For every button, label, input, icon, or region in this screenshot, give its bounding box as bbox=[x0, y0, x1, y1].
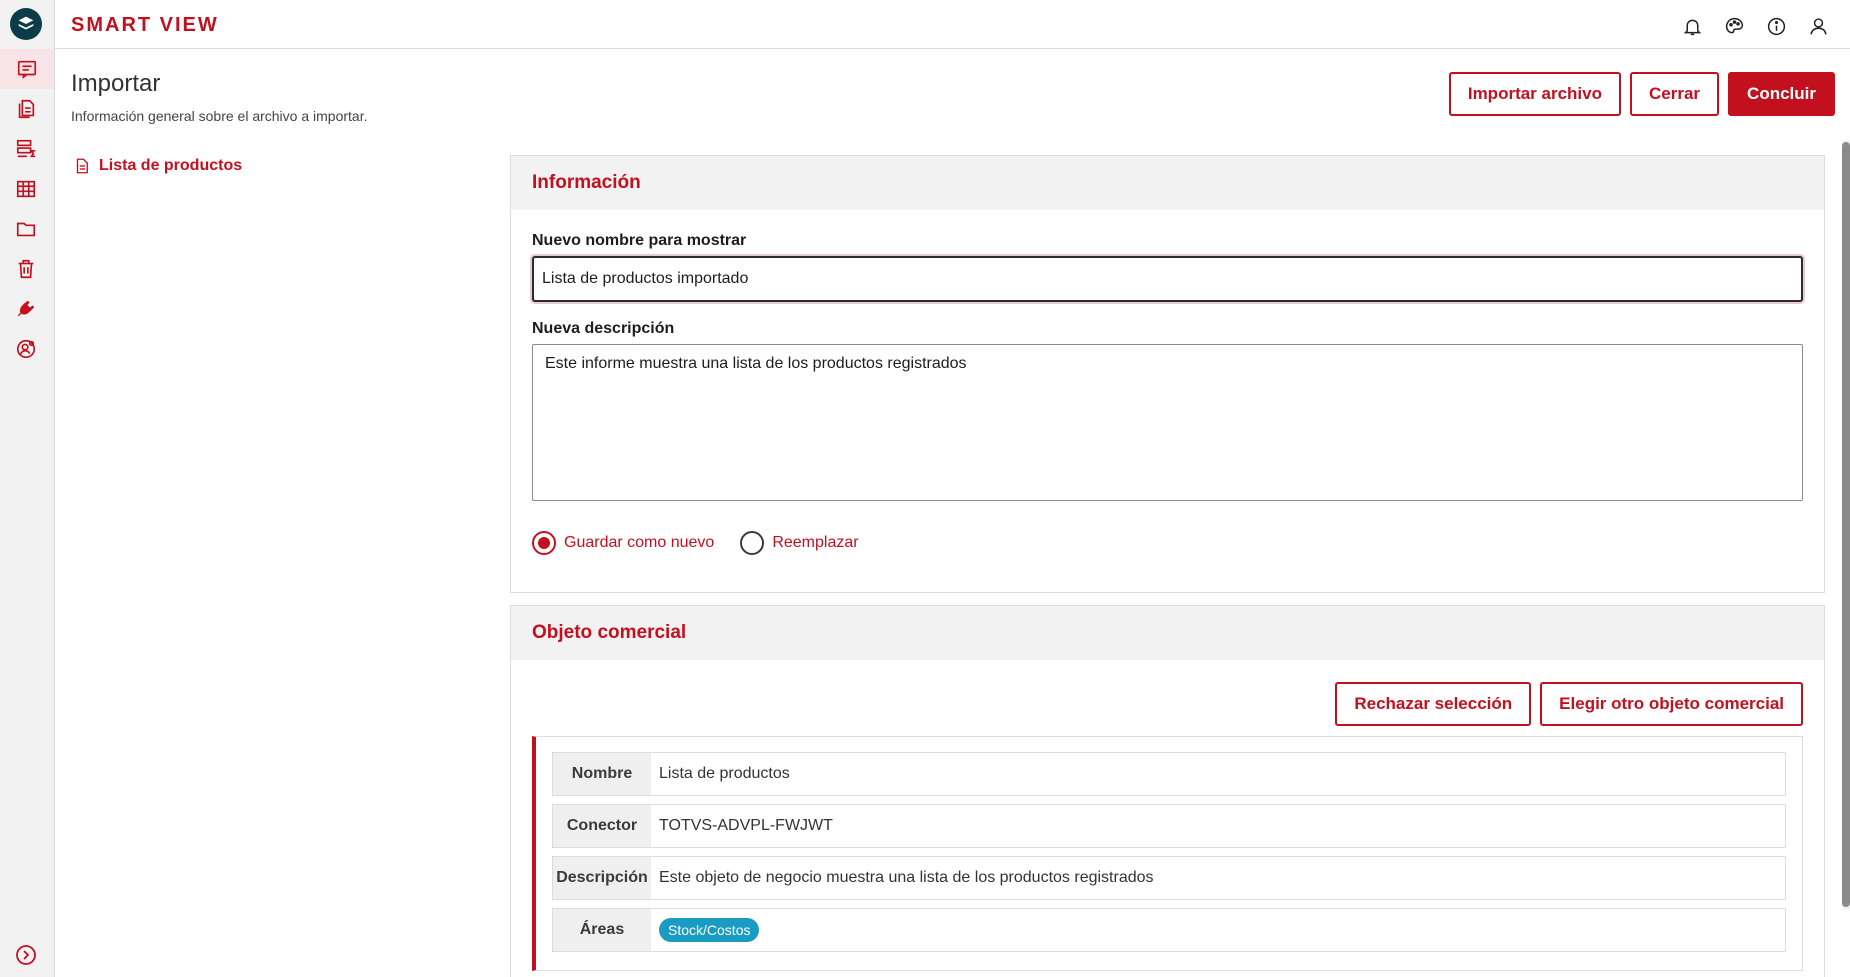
folder-icon bbox=[16, 222, 36, 237]
sidebar bbox=[0, 0, 55, 977]
document-list-icon bbox=[17, 60, 37, 79]
sidebar-item-grid[interactable] bbox=[12, 175, 40, 203]
chevron-right-circle-icon bbox=[16, 945, 36, 965]
info-icon[interactable] bbox=[1764, 14, 1788, 38]
info-card: Información Nuevo nombre para mostrar Nu… bbox=[510, 155, 1825, 593]
detail-value: TOTVS-ADVPL-FWJWT bbox=[659, 817, 833, 834]
save-mode-radio-group: Guardar como nuevo Reemplazar bbox=[532, 528, 1803, 558]
page-subtitle: Información general sobre el archivo a i… bbox=[71, 108, 368, 124]
detail-key: Áreas bbox=[553, 909, 651, 951]
import-file-button[interactable]: Importar archivo bbox=[1448, 72, 1621, 116]
info-card-title: Información bbox=[511, 156, 1824, 210]
file-list-item-label: Lista de productos bbox=[99, 157, 243, 174]
detail-row-areas: Áreas Stock/Costos bbox=[552, 908, 1786, 952]
reject-selection-button[interactable]: Rechazar selección bbox=[1335, 682, 1532, 726]
document-copy-icon bbox=[18, 99, 35, 119]
save-as-new-radio[interactable]: Guardar como nuevo bbox=[532, 531, 714, 555]
radio-checked-indicator bbox=[532, 531, 556, 555]
brand-title: SMART VIEW bbox=[71, 14, 219, 36]
sidebar-item-documents[interactable] bbox=[12, 95, 40, 123]
business-object-card: Objeto comercial Rechazar selección Eleg… bbox=[510, 605, 1825, 977]
palette-icon[interactable] bbox=[1722, 14, 1746, 38]
top-actions: Importar archivo Cerrar Concluir bbox=[1448, 72, 1835, 116]
detail-key: Nombre bbox=[553, 753, 651, 795]
trash-icon bbox=[18, 259, 34, 279]
choose-other-object-button[interactable]: Elegir otro objeto comercial bbox=[1540, 682, 1803, 726]
description-textarea[interactable]: Este informe muestra una lista de los pr… bbox=[532, 344, 1803, 501]
sidebar-item-folder[interactable] bbox=[12, 215, 40, 243]
sidebar-item-plugin[interactable] bbox=[12, 295, 40, 323]
description-label: Nueva descripción bbox=[532, 320, 675, 337]
file-list-item[interactable]: Lista de productos bbox=[73, 157, 242, 175]
sum-table-icon bbox=[16, 139, 36, 158]
sidebar-item-trash[interactable] bbox=[12, 255, 40, 283]
user-settings-icon bbox=[16, 339, 36, 359]
document-icon bbox=[76, 158, 88, 174]
detail-row-connector: Conector TOTVS-ADVPL-FWJWT bbox=[552, 804, 1786, 848]
display-name-input[interactable] bbox=[532, 256, 1803, 302]
detail-key: Descripción bbox=[553, 857, 651, 899]
detail-key: Conector bbox=[553, 805, 651, 847]
plug-icon bbox=[17, 300, 35, 317]
app-logo[interactable] bbox=[10, 8, 42, 40]
finish-button[interactable]: Concluir bbox=[1728, 72, 1835, 116]
sidebar-item-analysis[interactable] bbox=[12, 135, 40, 163]
detail-value: Stock/Costos bbox=[651, 909, 1785, 951]
replace-label: Reemplazar bbox=[772, 534, 859, 551]
detail-row-name: Nombre Lista de productos bbox=[552, 752, 1786, 796]
grid-table-icon bbox=[16, 180, 36, 198]
scrollbar-thumb[interactable] bbox=[1842, 142, 1850, 907]
display-name-label: Nuevo nombre para mostrar bbox=[532, 232, 747, 249]
page-title: Importar bbox=[71, 70, 161, 97]
sidebar-item-reports[interactable] bbox=[0, 49, 54, 89]
detail-value: Este objeto de negocio muestra una lista… bbox=[659, 869, 1154, 886]
radio-unchecked-indicator bbox=[740, 531, 765, 555]
business-object-details: Nombre Lista de productos Conector TOTVS… bbox=[532, 736, 1803, 971]
header-icons bbox=[1680, 14, 1830, 38]
save-as-new-label: Guardar como nuevo bbox=[564, 534, 715, 551]
main-content: Información Nuevo nombre para mostrar Nu… bbox=[510, 155, 1825, 977]
logo-icon bbox=[18, 16, 34, 30]
business-object-title: Objeto comercial bbox=[511, 606, 1824, 660]
replace-radio[interactable]: Reemplazar bbox=[740, 531, 859, 555]
close-button[interactable]: Cerrar bbox=[1630, 72, 1720, 116]
bell-icon[interactable] bbox=[1680, 14, 1704, 38]
business-object-actions: Rechazar selección Elegir otro objeto co… bbox=[532, 682, 1803, 726]
sidebar-expand-button[interactable] bbox=[14, 943, 38, 967]
detail-row-description: Descripción Este objeto de negocio muest… bbox=[552, 856, 1786, 900]
detail-value: Lista de productos bbox=[659, 765, 790, 782]
top-header: SMART VIEW bbox=[55, 0, 1850, 49]
area-badge: Stock/Costos bbox=[659, 918, 760, 942]
sidebar-item-user-settings[interactable] bbox=[12, 335, 40, 363]
user-icon[interactable] bbox=[1806, 14, 1830, 38]
